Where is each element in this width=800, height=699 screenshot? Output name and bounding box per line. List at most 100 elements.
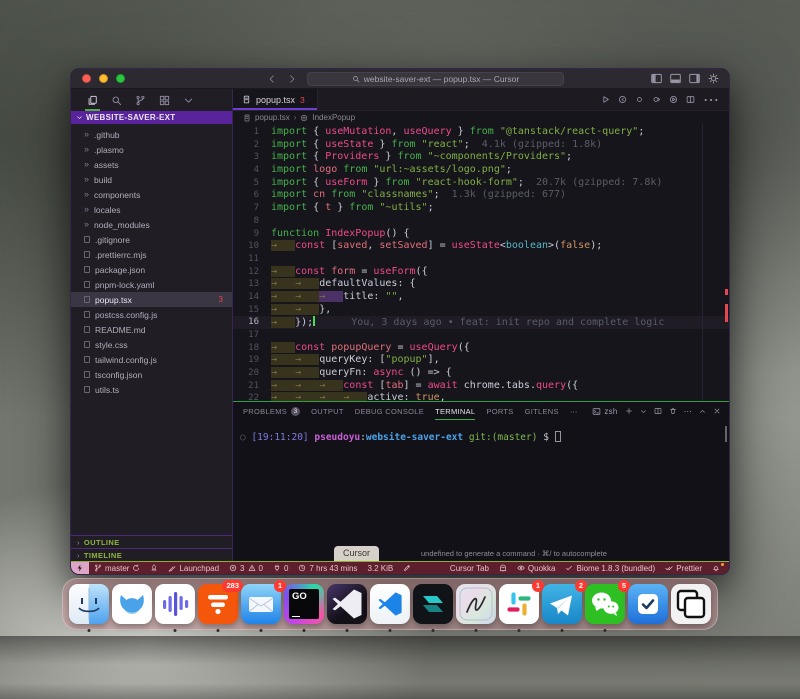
terminal-scrollbar[interactable] bbox=[725, 426, 727, 442]
layout-left-icon[interactable] bbox=[651, 73, 662, 84]
dock-mail[interactable]: 1 bbox=[241, 584, 281, 624]
tree-item-build[interactable]: »build bbox=[71, 172, 232, 187]
more-icon[interactable]: ⋯ bbox=[684, 407, 692, 416]
tree-item-postcss.config.js[interactable]: postcss.config.js bbox=[71, 307, 232, 322]
dock-sketch-app[interactable] bbox=[456, 584, 496, 624]
forward-icon[interactable] bbox=[287, 74, 297, 84]
outline-section[interactable]: › OUTLINE bbox=[71, 535, 232, 548]
record-circle-icon[interactable] bbox=[635, 95, 644, 104]
layout-bottom-icon[interactable] bbox=[670, 73, 681, 84]
tree-item-pnpm-lock.yaml[interactable]: pnpm-lock.yaml bbox=[71, 277, 232, 292]
status-wakatime[interactable]: 7 hrs 43 mins bbox=[293, 562, 362, 574]
status-cursor-tab[interactable]: Cursor Tab bbox=[445, 562, 494, 574]
dock-rss-app[interactable]: 283 bbox=[198, 584, 238, 624]
code-line-5[interactable]: 5import { useForm } from "react-hook-for… bbox=[233, 177, 729, 190]
code-line-20[interactable]: 20→ → queryFn: async () => { bbox=[233, 367, 729, 380]
activity-explorer[interactable] bbox=[87, 89, 98, 111]
dock-slack[interactable]: 1 bbox=[499, 584, 539, 624]
run-circle-icon[interactable] bbox=[669, 95, 678, 104]
gear-icon[interactable] bbox=[708, 73, 719, 84]
dock-wechat[interactable]: 5 bbox=[585, 584, 625, 624]
close-panel-icon[interactable] bbox=[713, 407, 721, 415]
dock-stacks-app[interactable] bbox=[671, 584, 711, 624]
split-editor-icon[interactable] bbox=[686, 95, 695, 104]
code-line-17[interactable]: 17 bbox=[233, 329, 729, 342]
code-line-18[interactable]: 18→ const popupQuery = useQuery({ bbox=[233, 342, 729, 355]
status-ai-extension[interactable] bbox=[494, 562, 512, 574]
chevron-up-icon[interactable] bbox=[699, 408, 706, 415]
tree-item-.plasmo[interactable]: ».plasmo bbox=[71, 142, 232, 157]
status-remote[interactable] bbox=[71, 562, 89, 574]
tree-item-.github[interactable]: ».github bbox=[71, 127, 232, 142]
code-line-7[interactable]: 7import { t } from "~utils"; bbox=[233, 202, 729, 215]
new-terminal-icon[interactable] bbox=[625, 407, 633, 415]
status-edit-mode[interactable] bbox=[398, 562, 416, 574]
code-line-13[interactable]: 13→ → defaultValues: { bbox=[233, 278, 729, 291]
terminal[interactable]: ○ [19:11:20] pseudoyu:website-saver-ext … bbox=[233, 420, 729, 561]
status-gitlens[interactable] bbox=[145, 562, 163, 574]
activity-search[interactable] bbox=[111, 89, 122, 111]
code-line-6[interactable]: 6import cn from "classnames"; 1.3k (gzip… bbox=[233, 189, 729, 202]
tree-item-style.css[interactable]: style.css bbox=[71, 337, 232, 352]
more-actions-icon[interactable]: ⋯ bbox=[703, 90, 719, 110]
code-line-8[interactable]: 8 bbox=[233, 215, 729, 228]
status-ports[interactable]: 0 bbox=[268, 562, 293, 574]
tree-item-.gitignore[interactable]: .gitignore bbox=[71, 232, 232, 247]
dock-goland[interactable]: GO bbox=[284, 584, 324, 624]
tree-item-package.json[interactable]: package.json bbox=[71, 262, 232, 277]
activity-more[interactable] bbox=[183, 89, 194, 111]
tree-item-popup.tsx[interactable]: popup.tsx3 bbox=[71, 292, 232, 307]
shell-selector[interactable]: zsh bbox=[592, 407, 617, 416]
code-line-14[interactable]: 14→ → → title: "", bbox=[233, 291, 729, 304]
panel-tab-terminal[interactable]: TERMINAL bbox=[435, 402, 475, 420]
chevron-down-icon[interactable] bbox=[640, 408, 647, 415]
dock-cursor[interactable] bbox=[327, 584, 367, 624]
tree-item-README.md[interactable]: README.md bbox=[71, 322, 232, 337]
code-line-3[interactable]: 3import { Providers } from "~components/… bbox=[233, 151, 729, 164]
tree-item-utils.ts[interactable]: utils.ts bbox=[71, 382, 232, 397]
activity-extensions[interactable] bbox=[159, 89, 170, 111]
dock-finder[interactable] bbox=[69, 584, 109, 624]
status-prettier[interactable]: Prettier bbox=[660, 562, 707, 574]
panel-tab-gitlens[interactable]: GITLENS bbox=[525, 402, 559, 420]
tree-item-tailwind.config.js[interactable]: tailwind.config.js bbox=[71, 352, 232, 367]
tree-item-tsconfig.json[interactable]: tsconfig.json bbox=[71, 367, 232, 382]
panel-tab-problems[interactable]: PROBLEMS3 bbox=[243, 402, 300, 420]
status-notifications[interactable] bbox=[707, 562, 725, 574]
status-biome[interactable]: Biome 1.8.3 (bundled) bbox=[560, 562, 660, 574]
back-icon[interactable] bbox=[267, 74, 277, 84]
dock-reader-app[interactable] bbox=[112, 584, 152, 624]
split-terminal-icon[interactable] bbox=[654, 407, 662, 415]
dock-vscode[interactable] bbox=[370, 584, 410, 624]
tree-item-assets[interactable]: »assets bbox=[71, 157, 232, 172]
timeline-section[interactable]: › TIMELINE bbox=[71, 548, 232, 561]
close-button[interactable] bbox=[82, 74, 91, 83]
panel-tab-output[interactable]: OUTPUT bbox=[311, 402, 344, 420]
panel-tab-ports[interactable]: PORTS bbox=[486, 402, 513, 420]
status-problems[interactable]: 30 bbox=[224, 562, 268, 574]
code-line-10[interactable]: 10→ const [saved, setSaved] = useState<b… bbox=[233, 240, 729, 253]
code-editor[interactable]: 1import { useMutation, useQuery } from "… bbox=[233, 124, 729, 401]
tree-item-node_modules[interactable]: »node_modules bbox=[71, 217, 232, 232]
minimize-button[interactable] bbox=[99, 74, 108, 83]
code-line-12[interactable]: 12→ const form = useForm({ bbox=[233, 266, 729, 279]
explorer-project-header[interactable]: WEBSITE-SAVER-EXT bbox=[71, 111, 232, 124]
dock-telegram[interactable]: 2 bbox=[542, 584, 582, 624]
status-file-size[interactable]: 3.2 KiB bbox=[362, 562, 398, 574]
dock-terminal-app[interactable] bbox=[413, 584, 453, 624]
code-line-21[interactable]: 21→ → → const [tab] = await chrome.tabs.… bbox=[233, 380, 729, 393]
code-line-19[interactable]: 19→ → queryKey: ["popup"], bbox=[233, 354, 729, 367]
status-quokka[interactable]: Quokka bbox=[512, 562, 561, 574]
status-git-branch[interactable]: master bbox=[89, 562, 145, 574]
activity-source-control[interactable] bbox=[135, 89, 146, 111]
panel-tab-debug-console[interactable]: DEBUG CONSOLE bbox=[355, 402, 424, 420]
status-launchpad[interactable]: Launchpad bbox=[163, 562, 224, 574]
nav-back-circle-icon[interactable] bbox=[618, 95, 627, 104]
code-line-9[interactable]: 9function IndexPopup() { bbox=[233, 228, 729, 241]
tree-item-locales[interactable]: »locales bbox=[71, 202, 232, 217]
layout-right-icon[interactable] bbox=[689, 73, 700, 84]
code-line-16[interactable]: 16→ }); You, 3 days ago • feat: init rep… bbox=[233, 316, 729, 329]
tree-item-components[interactable]: »components bbox=[71, 187, 232, 202]
zoom-button[interactable] bbox=[116, 74, 125, 83]
breadcrumb[interactable]: popup.tsx › IndexPopup bbox=[233, 111, 729, 124]
